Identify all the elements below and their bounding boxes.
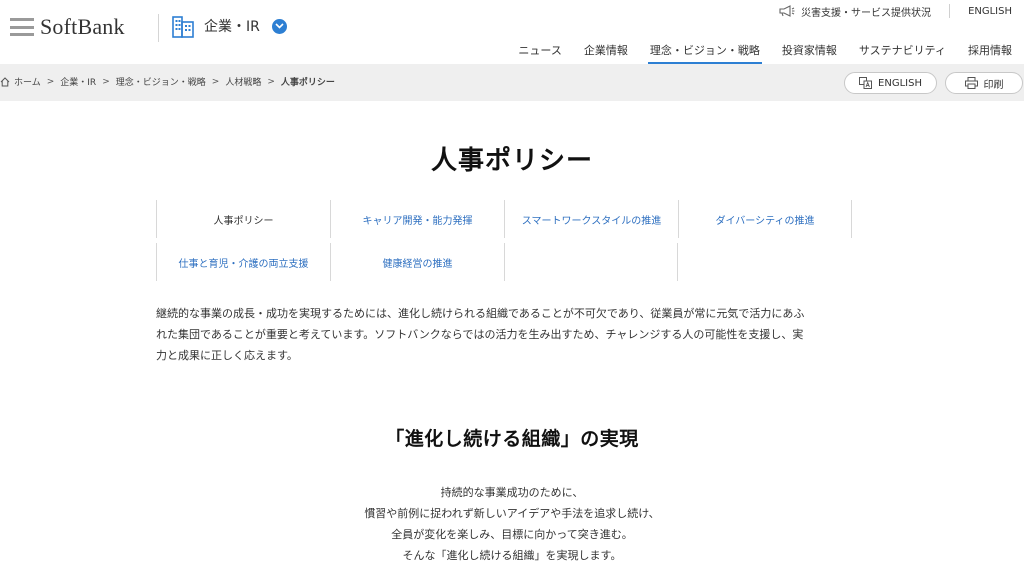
logo-bars-icon <box>10 18 34 36</box>
print-icon <box>964 77 978 89</box>
breadcrumb-home[interactable]: ホーム <box>14 75 41 88</box>
gnav-news[interactable]: ニュース <box>518 42 561 63</box>
global-nav: ニュース 企業情報 理念・ビジョン・戦略 投資家情報 サステナビリティ 採用情報 <box>496 42 1012 64</box>
gnav-investor-relations[interactable]: 投資家情報 <box>782 42 837 63</box>
corp-ir-selector[interactable]: 企業・IR <box>172 14 287 38</box>
english-button-label: ENGLISH <box>878 77 922 89</box>
intro-line: 力と成果に正しく応えます。 <box>156 349 298 362</box>
intro-line: れた集団であることが重要と考えています。ソフトバンクならではの活力を生み出すため… <box>156 328 804 341</box>
intro-paragraph: 継続的な事業の成長・成功を実現するためには、進化し続けられる組織であることが不可… <box>156 303 856 366</box>
site-header: SoftBank 企業・IR 災害支援・サービス提供状況 ENGLISH ニュー… <box>0 0 1024 64</box>
statement-line: そんな「進化し続ける組織」を実現します。 <box>402 549 622 562</box>
statement-line: 慣習や前例に捉われず新しいアイデアや手法を追求し続け、 <box>364 507 660 520</box>
breadcrumb-corp-ir[interactable]: 企業・IR <box>60 75 96 88</box>
breadcrumb-separator: > <box>46 76 55 87</box>
subnav-empty-cell <box>504 243 678 281</box>
subnav-diversity[interactable]: ダイバーシティの推進 <box>678 200 852 238</box>
utility-separator <box>949 4 951 18</box>
softbank-logo[interactable]: SoftBank <box>10 14 125 40</box>
statement-line: 全員が変化を楽しみ、目標に向かって突き進む。 <box>391 528 633 541</box>
subnav-row: 人事ポリシー キャリア開発・能力発揮 スマートワークスタイルの推進 ダイバーシテ… <box>156 200 853 240</box>
intro-line: 継続的な事業の成長・成功を実現するためには、進化し続けられる組織であることが不可… <box>156 307 805 320</box>
logo-text: SoftBank <box>40 14 125 39</box>
subnav-row: 仕事と育児・介護の両立支援 健康経営の推進 <box>156 243 853 283</box>
subnav-career-development[interactable]: キャリア開発・能力発揮 <box>330 200 504 238</box>
english-button[interactable]: ENGLISH <box>844 72 937 94</box>
gnav-sustainability[interactable]: サステナビリティ <box>859 42 946 63</box>
print-button[interactable]: 印刷 <box>945 72 1023 94</box>
breadcrumb-separator: > <box>267 76 275 87</box>
disaster-support-link[interactable]: 災害支援・サービス提供状況 <box>779 4 931 19</box>
breadcrumb-bar: ホーム > 企業・IR > 理念・ビジョン・戦略 > 人材戦略 > 人事ポリシー… <box>0 64 1024 101</box>
chevron-down-icon <box>271 18 287 34</box>
section-statement: 持続的な事業成功のために、 慣習や前例に捉われず新しいアイデアや手法を追求し続け… <box>0 482 1024 566</box>
subnav-work-life-balance[interactable]: 仕事と育児・介護の両立支援 <box>156 243 330 281</box>
gnav-careers[interactable]: 採用情報 <box>968 42 1012 63</box>
breadcrumb-separator: > <box>102 76 110 87</box>
breadcrumb-current: 人事ポリシー <box>280 78 335 88</box>
home-icon <box>0 76 10 86</box>
breadcrumb-separator: > <box>211 76 220 87</box>
english-icon <box>859 77 873 89</box>
section-heading: 「進化し続ける組織」の実現 <box>385 428 639 450</box>
subnav-hr-policy: 人事ポリシー <box>156 200 330 238</box>
subnav-health-management[interactable]: 健康経営の推進 <box>330 243 504 281</box>
header-english-link[interactable]: ENGLISH <box>968 6 1012 17</box>
section-subnav: 人事ポリシー キャリア開発・能力発揮 スマートワークスタイルの推進 ダイバーシテ… <box>156 200 853 286</box>
utility-links: 災害支援・サービス提供状況 ENGLISH <box>779 4 1024 19</box>
header-divider <box>158 14 159 42</box>
page-title: 人事ポリシー <box>430 146 593 176</box>
breadcrumb: ホーム > 企業・IR > 理念・ビジョン・戦略 > 人材戦略 > 人事ポリシー <box>0 75 335 88</box>
subnav-smart-work-style[interactable]: スマートワークスタイルの推進 <box>504 200 678 238</box>
megaphone-icon <box>779 5 795 17</box>
breadcrumb-hr-strategy[interactable]: 人材戦略 <box>225 75 261 88</box>
building-icon <box>172 16 194 38</box>
gnav-corporate-info[interactable]: 企業情報 <box>584 42 628 63</box>
breadcrumb-philosophy[interactable]: 理念・ビジョン・戦略 <box>116 75 206 88</box>
disaster-support-label: 災害支援・サービス提供状況 <box>801 7 932 19</box>
statement-line: 持続的な事業成功のために、 <box>440 486 584 499</box>
corp-selector-label: 企業・IR <box>204 19 260 35</box>
gnav-philosophy-vision-strategy[interactable]: 理念・ビジョン・戦略 <box>647 42 762 64</box>
print-button-label: 印刷 <box>983 79 1004 91</box>
